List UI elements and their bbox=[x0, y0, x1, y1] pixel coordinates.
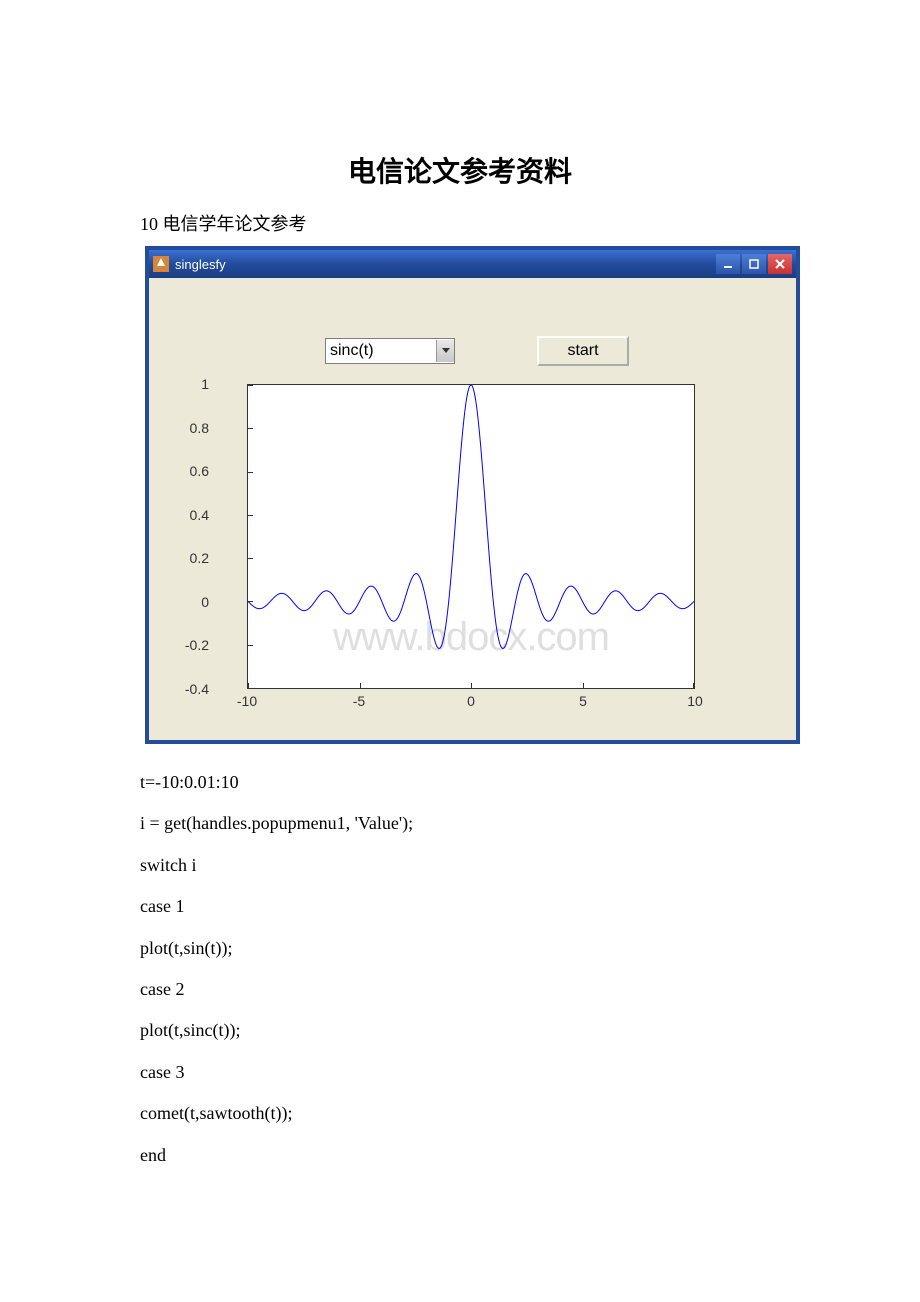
code-line: comet(t,sawtooth(t)); bbox=[140, 1093, 920, 1134]
y-tick-label: 0.6 bbox=[173, 463, 209, 479]
x-tick-label: -5 bbox=[353, 693, 365, 709]
chevron-down-icon bbox=[436, 340, 454, 362]
code-line: case 3 bbox=[140, 1052, 920, 1093]
subtitle: 10 电信学年论文参考 bbox=[0, 210, 920, 236]
code-line: plot(t,sinc(t)); bbox=[140, 1010, 920, 1051]
code-line: end bbox=[140, 1135, 920, 1176]
code-block: t=-10:0.01:10 i = get(handles.popupmenu1… bbox=[0, 744, 920, 1176]
y-tick-label: 1 bbox=[173, 376, 209, 392]
window-title: singlesfy bbox=[175, 257, 716, 272]
function-dropdown[interactable]: sinc(t) bbox=[325, 338, 455, 364]
x-tick-label: 5 bbox=[579, 693, 587, 709]
y-tick-label: -0.4 bbox=[173, 681, 209, 697]
minimize-button[interactable] bbox=[716, 254, 740, 274]
y-tick-label: 0.4 bbox=[173, 507, 209, 523]
y-tick-label: 0.2 bbox=[173, 550, 209, 566]
window-controls bbox=[716, 254, 792, 274]
titlebar: singlesfy bbox=[149, 250, 796, 278]
sinc-curve bbox=[248, 385, 694, 688]
y-tick-label: 0.8 bbox=[173, 420, 209, 436]
code-line: switch i bbox=[140, 845, 920, 886]
matlab-icon bbox=[153, 256, 169, 272]
x-tick-label: 0 bbox=[467, 693, 475, 709]
start-button[interactable]: start bbox=[537, 336, 629, 366]
dropdown-value: sinc(t) bbox=[326, 342, 436, 360]
x-tick-label: -10 bbox=[237, 693, 257, 709]
code-line: i = get(handles.popupmenu1, 'Value'); bbox=[140, 803, 920, 844]
code-line: t=-10:0.01:10 bbox=[140, 762, 920, 803]
code-line: case 2 bbox=[140, 969, 920, 1010]
plot-axes: www.bdocx.com bbox=[247, 384, 695, 689]
code-line: plot(t,sin(t)); bbox=[140, 928, 920, 969]
maximize-button[interactable] bbox=[742, 254, 766, 274]
matlab-figure-window: singlesfy sinc(t) start 1 0.8 0.6 0. bbox=[145, 246, 800, 744]
y-tick-label: -0.2 bbox=[173, 637, 209, 653]
code-line: case 1 bbox=[140, 886, 920, 927]
close-button[interactable] bbox=[768, 254, 792, 274]
x-tick-label: 10 bbox=[687, 693, 703, 709]
page-title: 电信论文参考资料 bbox=[0, 0, 920, 210]
gui-panel: sinc(t) start 1 0.8 0.6 0.4 0.2 0 -0.2 -… bbox=[149, 278, 796, 740]
y-tick-label: 0 bbox=[173, 594, 209, 610]
